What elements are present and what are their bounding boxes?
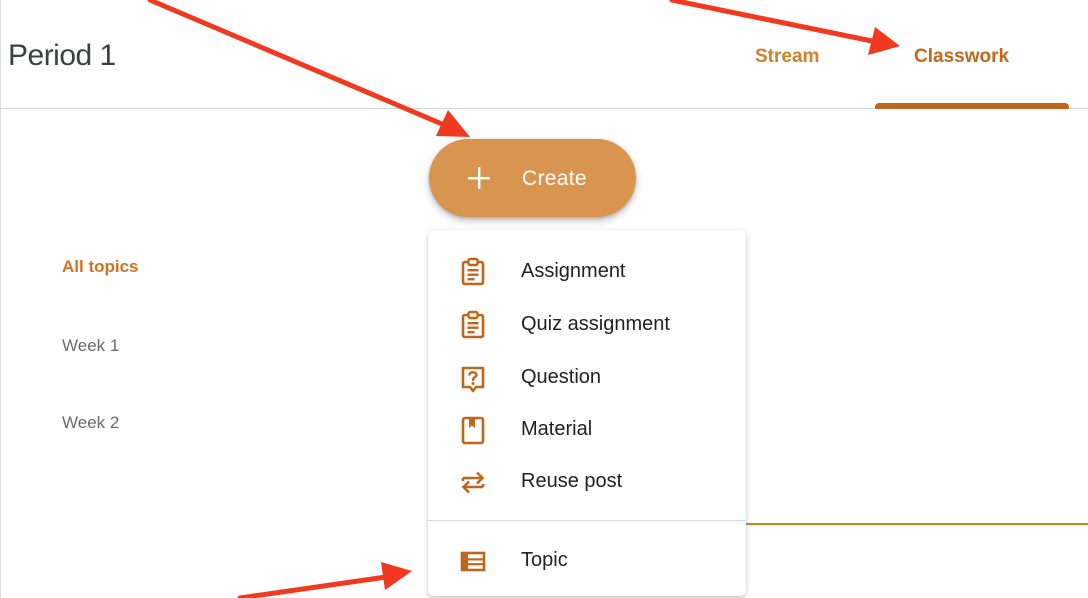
menu-separator: [428, 520, 746, 521]
plus-icon: [468, 167, 490, 189]
menu-item-assignment[interactable]: Assignment: [428, 245, 746, 295]
reuse-post-icon: [461, 471, 485, 494]
annotation-arrow-topic: [237, 562, 412, 598]
menu-item-question[interactable]: Question: [428, 351, 746, 401]
create-button[interactable]: Create: [429, 139, 636, 217]
topic-icon: [460, 551, 486, 572]
question-icon: [461, 366, 485, 393]
assignment-icon: [461, 257, 485, 286]
menu-item-material[interactable]: Material: [428, 403, 746, 453]
create-menu: Assignment Quiz assignment Question Mate…: [428, 230, 746, 596]
class-title: Period 1: [8, 39, 116, 72]
tab-classwork[interactable]: Classwork: [914, 44, 1009, 70]
active-tab-indicator: [875, 103, 1069, 109]
menu-item-label: Topic: [521, 549, 568, 571]
quiz-assignment-icon: [461, 310, 485, 339]
menu-item-label: Assignment: [521, 260, 626, 282]
classroom-page: Period 1 Stream Classwork All topics Wee…: [0, 0, 1088, 598]
content-divider: [745, 523, 1088, 525]
create-button-label: Create: [522, 167, 587, 190]
menu-item-label: Reuse post: [521, 470, 623, 492]
material-icon: [461, 416, 485, 445]
menu-item-label: Question: [521, 366, 602, 388]
menu-item-label: Quiz assignment: [521, 313, 670, 335]
topic-week-2[interactable]: Week 2: [62, 411, 119, 435]
menu-item-reuse-post[interactable]: Reuse post: [428, 455, 746, 505]
tab-stream[interactable]: Stream: [755, 44, 819, 70]
menu-item-label: Material: [521, 418, 593, 440]
menu-item-topic[interactable]: Topic: [428, 534, 746, 584]
class-header: Period 1 Stream Classwork: [0, 0, 1088, 109]
menu-item-quiz-assignment[interactable]: Quiz assignment: [428, 298, 746, 348]
topic-all-topics[interactable]: All topics: [62, 255, 139, 279]
topic-week-1[interactable]: Week 1: [62, 334, 119, 358]
